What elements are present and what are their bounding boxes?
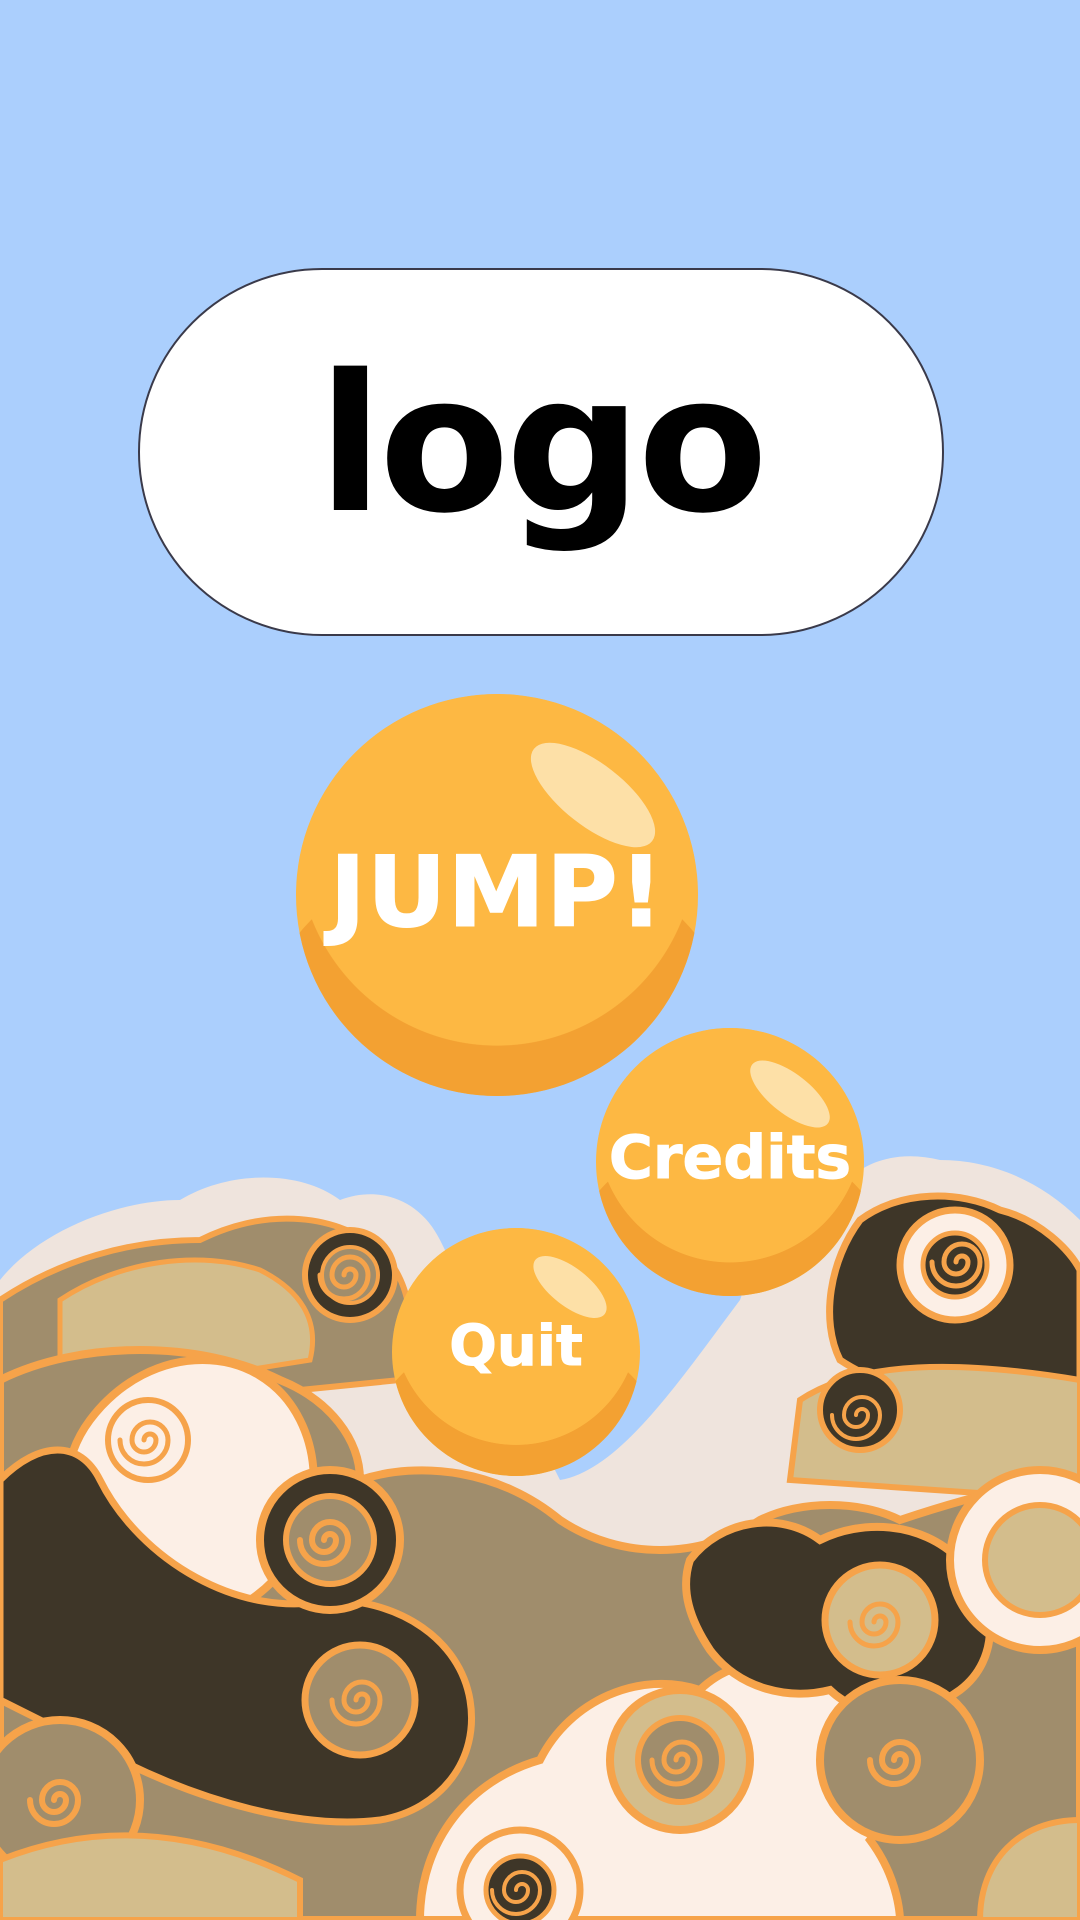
quit-button[interactable]: Quit (392, 1228, 640, 1476)
jump-button[interactable]: JUMP! (296, 694, 698, 1096)
credits-button[interactable]: Credits (596, 1028, 864, 1296)
quit-button-label: Quit (449, 1313, 583, 1379)
logo-text: logo (317, 334, 768, 555)
credits-button-label: Credits (608, 1123, 852, 1194)
logo-banner: logo (138, 268, 944, 636)
jump-button-label: JUMP! (329, 836, 665, 951)
main-menu-screen: logo JUMP! Credits Quit (0, 0, 1080, 1920)
